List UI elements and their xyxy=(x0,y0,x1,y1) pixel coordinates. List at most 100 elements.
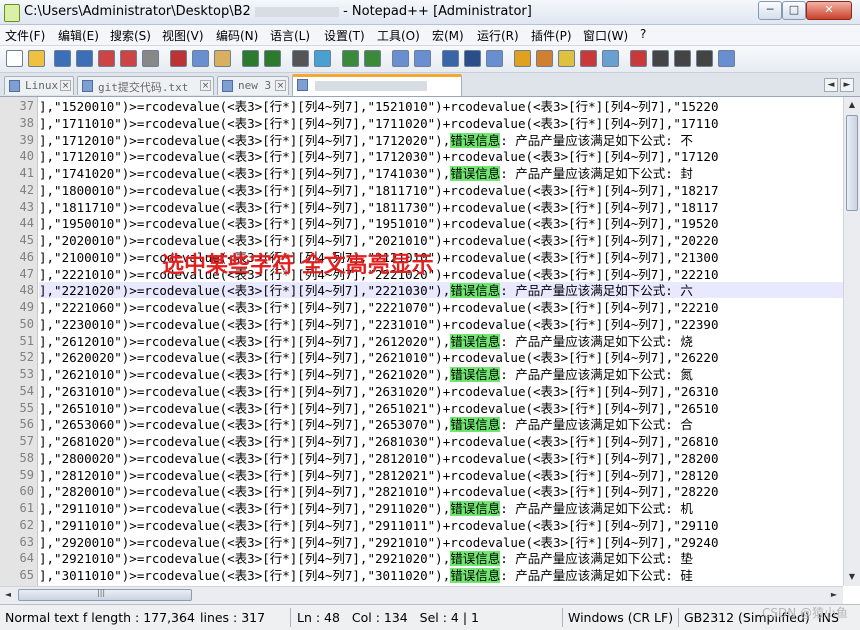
code-line[interactable]: ],"2230010")>=rcodevalue(<表3>[行*][列4~列7]… xyxy=(39,316,843,332)
minimize-button[interactable]: ─ xyxy=(758,1,782,20)
code-line[interactable]: ],"2920010")>=rcodevalue(<表3>[行*][列4~列7]… xyxy=(39,534,843,550)
save-all-icon[interactable] xyxy=(76,50,93,67)
menu-item-6[interactable]: 设置(T) xyxy=(324,27,365,44)
menu-item-3[interactable]: 视图(V) xyxy=(162,27,204,44)
vertical-scrollbar[interactable]: ▲ ▼ xyxy=(843,97,860,586)
run-macro-icon[interactable] xyxy=(696,50,713,67)
menu-item-12[interactable]: ? xyxy=(640,27,646,41)
code-line[interactable]: ],"2651010")>=rcodevalue(<表3>[行*][列4~列7]… xyxy=(39,400,843,416)
record-macro-icon[interactable] xyxy=(630,50,647,67)
code-line[interactable]: ],"2911010")>=rcodevalue(<表3>[行*][列4~列7]… xyxy=(39,500,843,516)
code-line[interactable]: ],"2221010")>=rcodevalue(<表3>[行*][列4~列7]… xyxy=(39,266,843,282)
indent-guide-icon[interactable] xyxy=(486,50,503,67)
language-icon[interactable] xyxy=(514,50,531,67)
menu-item-8[interactable]: 宏(M) xyxy=(432,27,464,44)
scroll-left-arrow-icon[interactable]: ◄ xyxy=(0,587,16,603)
code-line[interactable]: ],"1711010")>=rcodevalue(<表3>[行*][列4~列7]… xyxy=(39,115,843,131)
text-area[interactable]: ],"1520010")>=rcodevalue(<表3>[行*][列4~列7]… xyxy=(39,97,843,586)
find-icon[interactable] xyxy=(292,50,309,67)
code-line[interactable]: ],"3011010")>=rcodevalue(<表3>[行*][列4~列7]… xyxy=(39,567,843,583)
undo-icon[interactable] xyxy=(242,50,259,67)
scroll-grip-icon: ||| xyxy=(97,588,106,597)
status-eol[interactable]: Windows (CR LF) xyxy=(568,610,673,625)
monitor-icon[interactable] xyxy=(602,50,619,67)
code-line[interactable]: ],"1712010")>=rcodevalue(<表3>[行*][列4~列7]… xyxy=(39,148,843,164)
sync-vertical-icon[interactable] xyxy=(392,50,409,67)
code-line[interactable]: ],"1811710")>=rcodevalue(<表3>[行*][列4~列7]… xyxy=(39,199,843,215)
replace-icon[interactable] xyxy=(314,50,331,67)
play-macro-icon[interactable] xyxy=(674,50,691,67)
tab-git[interactable]: git提交代码.txt × xyxy=(77,76,214,95)
code-line[interactable]: ],"2020010")>=rcodevalue(<表3>[行*][列4~列7]… xyxy=(39,232,843,248)
line-number: 60 xyxy=(19,484,34,499)
tab-scroll-right-button[interactable]: ► xyxy=(840,78,854,92)
zoom-out-icon[interactable] xyxy=(364,50,381,67)
cut-icon[interactable] xyxy=(170,50,187,67)
code-line[interactable]: ],"2800020")>=rcodevalue(<表3>[行*][列4~列7]… xyxy=(39,450,843,466)
vertical-scroll-thumb[interactable] xyxy=(846,115,858,211)
line-number: 40 xyxy=(19,149,34,164)
tab-active[interactable] xyxy=(292,74,462,96)
menu-item-1[interactable]: 编辑(E) xyxy=(58,27,99,44)
code-line[interactable]: ],"2620020")>=rcodevalue(<表3>[行*][列4~列7]… xyxy=(39,349,843,365)
stop-macro-icon[interactable] xyxy=(652,50,669,67)
word-wrap-icon[interactable] xyxy=(442,50,459,67)
horizontal-scrollbar[interactable]: ◄ ||| ► xyxy=(0,586,843,604)
code-text: ],"1712010")>=rcodevalue(<表3>[行*][列4~列7]… xyxy=(39,132,451,148)
code-line[interactable]: ],"2631010")>=rcodevalue(<表3>[行*][列4~列7]… xyxy=(39,383,843,399)
menu-item-5[interactable]: 语言(L) xyxy=(270,27,310,44)
menu-item-9[interactable]: 运行(R) xyxy=(477,27,519,44)
horizontal-scroll-thumb[interactable]: ||| xyxy=(18,588,192,601)
code-line[interactable]: ],"2812010")>=rcodevalue(<表3>[行*][列4~列7]… xyxy=(39,467,843,483)
show-all-chars-icon[interactable] xyxy=(464,50,481,67)
tab-close-icon[interactable]: × xyxy=(275,80,286,91)
menu-item-10[interactable]: 插件(P) xyxy=(531,27,572,44)
scroll-down-arrow-icon[interactable]: ▼ xyxy=(844,569,860,585)
code-line[interactable]: ],"1950010")>=rcodevalue(<表3>[行*][列4~列7]… xyxy=(39,215,843,231)
folder-workspace-icon[interactable] xyxy=(580,50,597,67)
close-all-icon[interactable] xyxy=(120,50,137,67)
scroll-right-arrow-icon[interactable]: ► xyxy=(826,587,842,603)
tab-linux[interactable]: Linux × xyxy=(4,76,74,95)
code-line[interactable]: ],"2221020")>=rcodevalue(<表3>[行*][列4~列7]… xyxy=(39,282,843,299)
menu-item-0[interactable]: 文件(F) xyxy=(5,27,45,44)
code-line[interactable]: ],"1741020")>=rcodevalue(<表3>[行*][列4~列7]… xyxy=(39,165,843,181)
code-line[interactable]: ],"2921010")>=rcodevalue(<表3>[行*][列4~列7]… xyxy=(39,550,843,567)
save-macro-icon[interactable] xyxy=(718,50,735,67)
code-line[interactable]: ],"2621010")>=rcodevalue(<表3>[行*][列4~列7]… xyxy=(39,366,843,382)
menu-item-11[interactable]: 窗口(W) xyxy=(583,27,628,44)
code-line[interactable]: ],"2681020")>=rcodevalue(<表3>[行*][列4~列7]… xyxy=(39,433,843,449)
code-line[interactable]: ],"2653060")>=rcodevalue(<表3>[行*][列4~列7]… xyxy=(39,416,843,433)
tab-new-3[interactable]: new 3 × xyxy=(217,76,289,95)
doc-map-icon[interactable] xyxy=(536,50,553,67)
sync-horizontal-icon[interactable] xyxy=(414,50,431,67)
tab-scroll-left-button[interactable]: ◄ xyxy=(824,78,838,92)
maximize-button[interactable]: □ xyxy=(782,1,806,20)
menu-item-2[interactable]: 搜索(S) xyxy=(110,27,151,44)
paste-icon[interactable] xyxy=(214,50,231,67)
save-icon[interactable] xyxy=(54,50,71,67)
code-line[interactable]: ],"2820010")>=rcodevalue(<表3>[行*][列4~列7]… xyxy=(39,483,843,499)
tab-close-icon[interactable]: × xyxy=(60,80,71,91)
menu-item-7[interactable]: 工具(O) xyxy=(377,27,420,44)
code-text: ],"3011010")>=rcodevalue(<表3>[行*][列4~列7]… xyxy=(39,568,451,583)
tab-close-icon[interactable]: × xyxy=(200,80,211,91)
code-line[interactable]: ],"2612010")>=rcodevalue(<表3>[行*][列4~列7]… xyxy=(39,333,843,349)
menu-item-4[interactable]: 编码(N) xyxy=(216,27,258,44)
code-line[interactable]: ],"1520010")>=rcodevalue(<表3>[行*][列4~列7]… xyxy=(39,98,843,114)
print-icon[interactable] xyxy=(142,50,159,67)
code-line[interactable]: ],"2911010")>=rcodevalue(<表3>[行*][列4~列7]… xyxy=(39,517,843,533)
redo-icon[interactable] xyxy=(264,50,281,67)
close-window-button[interactable]: ✕ xyxy=(806,1,852,20)
code-line[interactable]: ],"1712010")>=rcodevalue(<表3>[行*][列4~列7]… xyxy=(39,132,843,148)
close-icon[interactable] xyxy=(98,50,115,67)
function-list-icon[interactable] xyxy=(558,50,575,67)
scroll-up-arrow-icon[interactable]: ▲ xyxy=(844,97,860,113)
open-file-icon[interactable] xyxy=(28,50,45,67)
zoom-in-icon[interactable] xyxy=(342,50,359,67)
code-line[interactable]: ],"1800010")>=rcodevalue(<表3>[行*][列4~列7]… xyxy=(39,182,843,198)
new-file-icon[interactable] xyxy=(6,50,23,67)
code-line[interactable]: ],"2100010")>=rcodevalue(<表3>[行*][列4~列7]… xyxy=(39,249,843,265)
code-line[interactable]: ],"2221060")>=rcodevalue(<表3>[行*][列4~列7]… xyxy=(39,299,843,315)
copy-icon[interactable] xyxy=(192,50,209,67)
